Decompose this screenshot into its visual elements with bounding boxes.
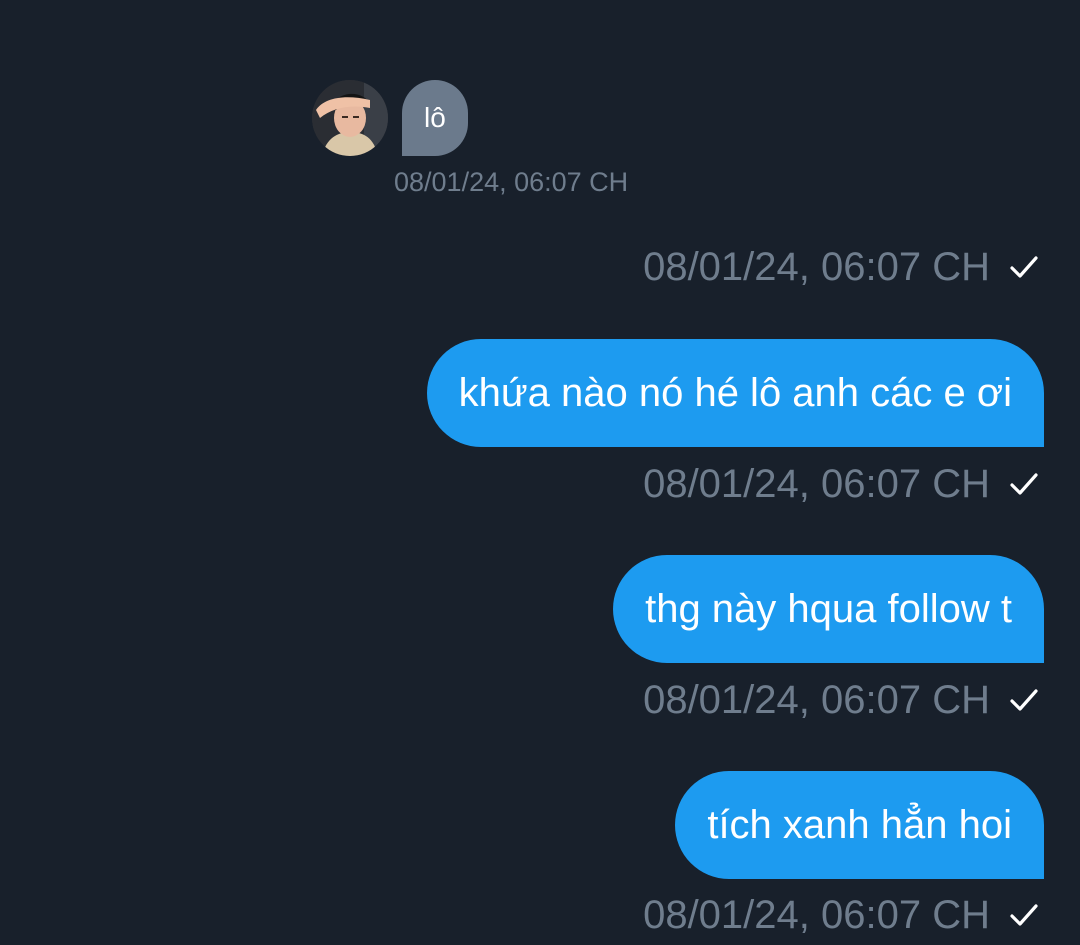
message-timestamp: 08/01/24, 06:07 CH <box>643 677 990 722</box>
outgoing-message-status: 08/01/24, 06:07 CH <box>643 462 1040 506</box>
checkmark-icon <box>1010 256 1038 278</box>
incoming-message-bubble[interactable]: lô <box>402 80 468 156</box>
outgoing-message-bubble[interactable]: thg này hqua follow t <box>613 555 1044 663</box>
avatar[interactable] <box>312 80 388 156</box>
checkmark-icon <box>1010 904 1038 926</box>
outgoing-message-status: 08/01/24, 06:07 CH <box>643 893 1040 937</box>
outgoing-message-status: 08/01/24, 06:07 CH <box>643 678 1040 722</box>
outgoing-message-status: 08/01/24, 06:07 CH <box>643 245 1040 289</box>
message-timestamp: 08/01/24, 06:07 CH <box>643 892 990 937</box>
avatar-photo <box>312 80 388 156</box>
checkmark-icon <box>1010 689 1038 711</box>
incoming-message-timestamp: 08/01/24, 06:07 CH <box>394 167 629 197</box>
outgoing-message-bubble[interactable]: tích xanh hẳn hoi <box>675 771 1044 879</box>
checkmark-icon <box>1010 473 1038 495</box>
message-timestamp: 08/01/24, 06:07 CH <box>643 461 990 506</box>
outgoing-message-bubble[interactable]: khứa nào nó hé lô anh các e ơi <box>426 339 1044 447</box>
conversation-view: lô 08/01/24, 06:07 CH 08/01/24, 06:07 CH… <box>0 0 1080 945</box>
message-timestamp: 08/01/24, 06:07 CH <box>643 244 990 289</box>
